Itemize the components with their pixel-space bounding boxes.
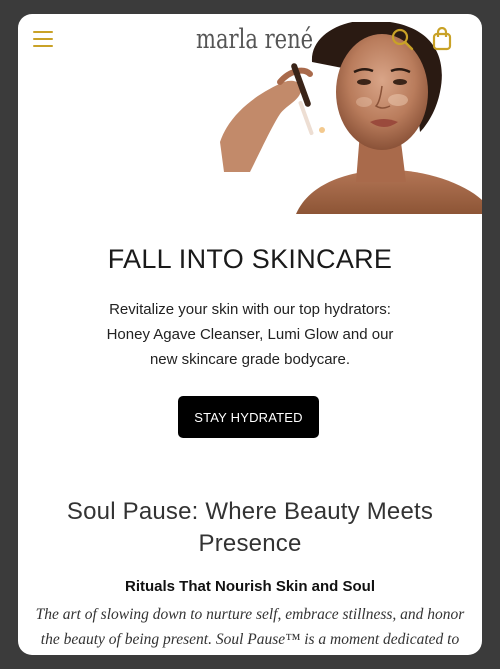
hamburger-menu-icon[interactable] [32, 30, 54, 48]
stay-hydrated-button[interactable]: STAY HYDRATED [178, 396, 319, 438]
hero-title: FALL INTO SKINCARE [107, 244, 393, 274]
section-subtitle: Rituals That Nourish Skin and Soul [124, 578, 376, 595]
site-logo[interactable]: marla rené [196, 24, 313, 55]
page-frame: marla rené FALL INTO SKINCARE Revitalize… [18, 14, 482, 655]
section-body: The art of slowing down to nurture self,… [35, 606, 465, 648]
search-icon[interactable] [390, 27, 414, 51]
shopping-bag-icon[interactable] [432, 27, 452, 51]
hero-description: Revitalize your skin with our top hydrat… [106, 301, 394, 368]
section-title: Soul Pause: Where Beauty Meets Presence [66, 498, 434, 557]
